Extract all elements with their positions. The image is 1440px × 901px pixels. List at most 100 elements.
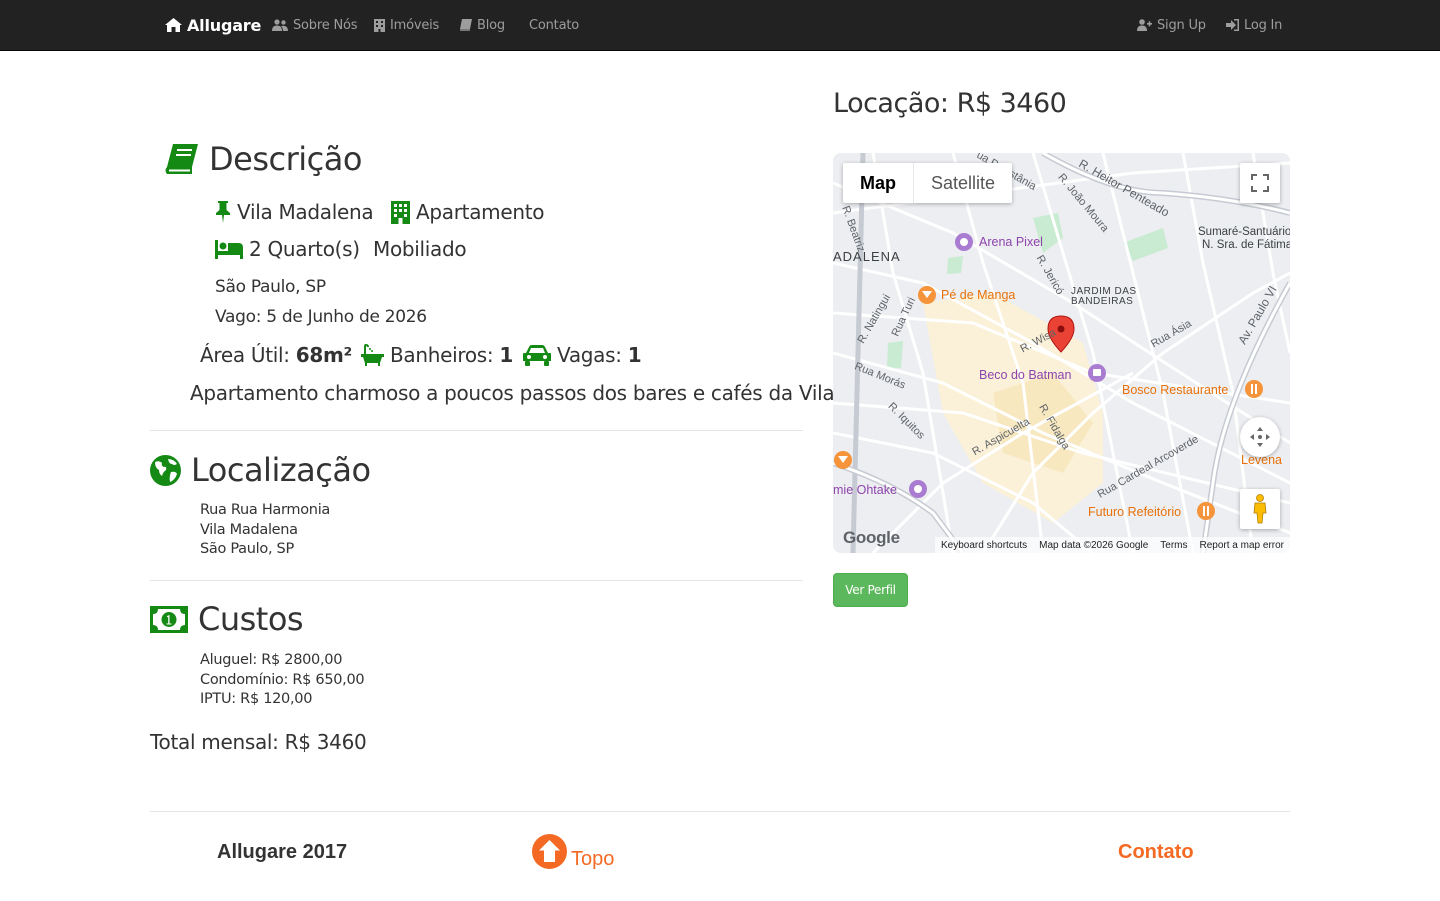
nav-label: Sobre Nós [293,17,358,33]
localizacao-heading: Localização [150,451,371,489]
fullscreen-button[interactable] [1240,163,1280,203]
bed-icon [215,239,243,259]
quartos-text: 2 Quarto(s) [249,237,360,261]
area-line: Área Útil: 68m² [200,343,352,367]
vagas-value: 1 [627,343,642,367]
move-icon [1250,427,1270,447]
nav-label: Blog [477,17,505,33]
map-poi-ohtake[interactable]: mie Ohtake [833,483,897,497]
tipo-text: Apartamento [416,200,545,224]
vago-text: Vago: 5 de Junho de 2026 [215,307,427,327]
localizacao-title: Localização [191,451,371,489]
sign-in-icon [1226,19,1239,31]
vagas-label: Vagas: [557,343,622,367]
descricao-texto: Apartamento charmoso a poucos passos dos… [190,381,841,405]
footer-divider [150,811,1290,812]
custo-aluguel: Aluguel: R$ 2800,00 [200,652,343,668]
home-icon [165,18,182,32]
map-type-satellite-button[interactable]: Satellite [913,163,1012,203]
nav-label: Imóveis [390,17,440,33]
area-label: Área Útil: [200,343,290,367]
custos-heading: Custos [150,600,304,638]
banheiros-line: Banheiros: 1 [361,343,513,367]
area-value: 68m² [295,343,353,367]
map-poi-bosco-restaurante[interactable]: Bosco Restaurante [1122,383,1228,397]
cidade-text: São Paulo, SP [215,277,326,297]
map-camera-control[interactable] [1240,417,1280,457]
map-poi-pe-de-manga[interactable]: Pé de Manga [941,288,1015,302]
vagas-line: Vagas: 1 [523,343,642,367]
map-poi-futuro-refeitorio[interactable]: Futuro Refeitório [1088,505,1181,519]
map-label: BANDEIRAS [1071,296,1134,307]
footer-contact-link[interactable]: Contato [1118,841,1194,864]
book-icon [165,143,199,175]
banheiros-label: Banheiros: [390,343,494,367]
pushpin-icon [216,201,230,223]
log-in-label: Log In [1244,17,1283,33]
car-icon [523,344,551,366]
user-plus-icon [1137,19,1152,31]
ver-perfil-button[interactable]: Ver Perfil [833,573,908,607]
back-to-top-link[interactable]: Topo [532,834,615,870]
nav-item-sobre-nos[interactable]: Sobre Nós [272,0,358,50]
pegman-icon [1253,494,1267,524]
total-mensal: Total mensal: R$ 3460 [150,730,367,754]
brand-label: Allugare [187,15,262,35]
map-label: ADALENA [833,249,901,264]
map-type-map-button[interactable]: Map [843,163,913,203]
globe-icon [150,454,181,486]
divider [150,430,803,431]
divider [150,580,803,581]
footer-brand: Allugare 2017 [217,841,348,863]
bath-icon [361,344,384,366]
navbar: Allugare Sobre Nós Imóveis Blog Contato … [0,0,1440,51]
building-icon [374,18,385,32]
custo-iptu: IPTU: R$ 120,00 [200,691,313,707]
fullscreen-icon [1251,174,1269,192]
map-footer: Keyboard shortcuts Map data ©2026 Google… [934,537,1290,553]
quartos-line: 2 Quarto(s) [215,237,360,261]
bairro-text: Vila Madalena [237,200,374,224]
tipo-line: Apartamento [391,200,545,224]
map-label: Sumaré-Santuário [1198,226,1290,238]
users-icon [272,19,288,31]
custos-title: Custos [198,600,304,638]
bairro-line: Vila Madalena [215,200,374,224]
terms-link[interactable]: Terms [1160,540,1187,551]
mobiliado-line: Mobiliado [373,237,467,261]
money-icon [150,605,188,633]
building-icon [391,200,410,224]
report-map-error-link[interactable]: Report a map error [1200,540,1284,551]
nav-item-blog[interactable]: Blog [460,0,505,50]
price-title: Locação: R$ 3460 [833,88,1067,119]
endereco-bairro: Vila Madalena [200,521,298,538]
endereco-rua: Rua Rua Harmonia [200,502,331,518]
custo-condominio: Condomínio: R$ 650,00 [200,671,365,688]
brand-link[interactable]: Allugare [165,0,261,50]
map-poi-beco-do-batman[interactable]: Beco do Batman [979,368,1071,382]
banheiros-value: 1 [499,343,513,367]
map-poi-arena-pixel[interactable]: Arena Pixel [979,235,1043,249]
descricao-heading: Descrição [165,140,362,178]
log-in-link[interactable]: Log In [1226,0,1282,50]
nav-label: Contato [529,17,579,33]
descricao-title: Descrição [209,140,362,178]
map-type-control: Map Satellite [843,163,1013,203]
arrow-circle-up-icon [532,834,567,869]
map-label: N. Sra. de Fátima [1202,239,1290,251]
sign-up-label: Sign Up [1157,17,1206,33]
custos-block: Aluguel: R$ 2800,00 Condomínio: R$ 650,0… [200,651,365,710]
keyboard-shortcuts-link[interactable]: Keyboard shortcuts [941,540,1027,551]
map-canvas[interactable] [833,153,1290,553]
book-icon [460,19,472,31]
street-view-pegman[interactable] [1240,489,1280,529]
nav-item-contato[interactable]: Contato [529,0,579,50]
sign-up-link[interactable]: Sign Up [1137,0,1206,50]
google-logo: Google [843,528,900,547]
nav-item-imoveis[interactable]: Imóveis [374,0,439,50]
mobiliado-text: Mobiliado [373,237,467,261]
endereco-block: Rua Rua Harmonia Vila Madalena São Paulo… [200,501,330,560]
map[interactable]: ADALENA Arena Pixel Pé de Manga JARDIM D… [833,153,1290,553]
endereco-cidade: São Paulo, SP [200,541,294,557]
back-to-top-label: Topo [571,848,615,870]
